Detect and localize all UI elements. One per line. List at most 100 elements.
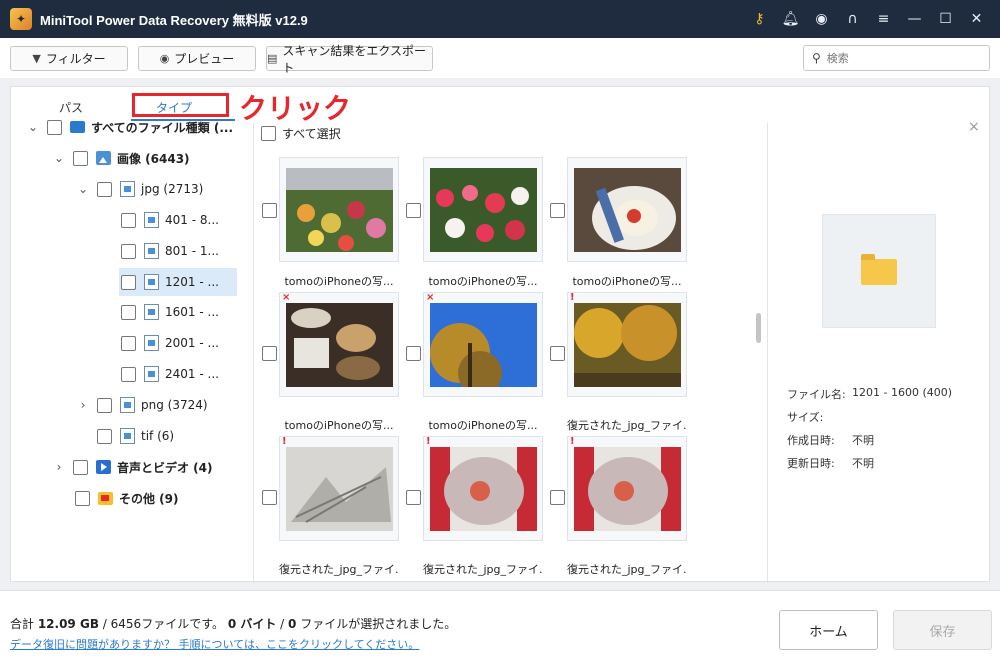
- thumbnail-card[interactable]: !: [567, 292, 687, 397]
- photo-dessert: [574, 168, 681, 252]
- tree-checkbox[interactable]: [73, 459, 88, 475]
- tree-item-all-types[interactable]: ⌄ すべてのファイル種類 (...: [25, 115, 233, 139]
- save-button[interactable]: 保存: [893, 610, 992, 650]
- export-button[interactable]: ▤ スキャン結果をエクスポート: [266, 44, 433, 75]
- info-created: 作成日時: 不明: [787, 432, 874, 448]
- thumbnail-checkbox[interactable]: [550, 490, 565, 505]
- photo-sky-tree: [430, 303, 537, 387]
- selected-size: 0 バイト: [227, 617, 277, 631]
- minimize-icon[interactable]: —: [899, 11, 930, 27]
- toolbar: ▼ フィルター ◉ プレビュー ▤ スキャン結果をエクスポート ⚲: [0, 38, 1000, 78]
- headset-icon[interactable]: ∩: [837, 11, 868, 27]
- info-key: 更新日時:: [787, 457, 835, 470]
- tree-checkbox[interactable]: [47, 119, 62, 135]
- chevron-down-icon[interactable]: ⌄: [75, 182, 91, 196]
- chevron-down-icon[interactable]: ⌄: [51, 151, 67, 165]
- thumbnail-checkbox[interactable]: [406, 203, 421, 218]
- disc-icon[interactable]: ◉: [806, 11, 837, 27]
- thumbnail-card[interactable]: !: [567, 436, 687, 541]
- thumbnail-checkbox[interactable]: [406, 346, 421, 361]
- tree-item-jpg-child[interactable]: 2401 - ...: [121, 362, 233, 386]
- tree-item-label: tif (6): [141, 429, 175, 443]
- tree-item-jpg-child[interactable]: 401 - 8...: [121, 208, 233, 232]
- tree-item-png[interactable]: › png (3724): [75, 393, 208, 417]
- thumbnail-checkbox[interactable]: [262, 203, 277, 218]
- title-bar: ✦ MiniTool Power Data Recovery 無料版 v12.9…: [0, 0, 1000, 38]
- thumbnail-checkbox[interactable]: [262, 346, 277, 361]
- tree-item-jpg[interactable]: ⌄ jpg (2713): [75, 177, 203, 201]
- info-filename: ファイル名: 1201 - 1600 (400): [787, 386, 952, 402]
- tree-item-jpg-child-selected[interactable]: 1201 - ...: [119, 268, 237, 296]
- thumbnail-checkbox[interactable]: [550, 203, 565, 218]
- filter-button[interactable]: ▼ フィルター: [10, 46, 128, 71]
- chevron-right-icon[interactable]: ›: [75, 398, 91, 412]
- tree-checkbox[interactable]: [121, 304, 136, 320]
- annotation-highlight-box: [132, 93, 229, 117]
- select-all-checkbox[interactable]: [261, 126, 276, 141]
- home-button[interactable]: ホーム: [779, 610, 878, 650]
- folder-icon: [861, 254, 897, 285]
- thumbnail-card[interactable]: ×: [279, 292, 399, 397]
- tree-checkbox[interactable]: [121, 335, 136, 351]
- tree-checkbox[interactable]: [121, 274, 136, 290]
- tree-item-images[interactable]: ⌄ 画像 (6443): [51, 146, 190, 170]
- tree-item-jpg-child[interactable]: 801 - 1...: [121, 239, 233, 263]
- search-icon: ⚲: [812, 51, 821, 65]
- tree-checkbox[interactable]: [97, 397, 112, 413]
- thumbnail-checkbox[interactable]: [262, 490, 277, 505]
- photo-autumn-trees: [574, 303, 681, 387]
- help-link[interactable]: データ復旧に問題がありますか？ 手順については、ここをクリックしてください。: [10, 636, 419, 652]
- preview-thumbnail: [822, 214, 936, 328]
- image-file-icon: [120, 181, 135, 197]
- summary-text: 合計: [10, 617, 38, 631]
- tree-checkbox[interactable]: [73, 150, 88, 166]
- tree-item-jpg-child[interactable]: 2001 - ...: [121, 331, 233, 355]
- key-icon[interactable]: ⚷: [744, 11, 775, 27]
- status-mark: !: [570, 292, 575, 303]
- bell-icon[interactable]: 🔔︎: [775, 11, 806, 27]
- tree-checkbox[interactable]: [121, 366, 136, 382]
- thumbnail-checkbox[interactable]: [406, 490, 421, 505]
- thumbnail-label: tomoのiPhoneの写...: [284, 275, 394, 288]
- menu-icon[interactable]: ≡: [868, 11, 899, 27]
- results-panel: パス タイプ クリック ⌄ すべてのファイル種類 (... ⌄ 画像 (6443…: [10, 86, 990, 583]
- search-box[interactable]: ⚲: [803, 45, 990, 71]
- grid-scrollbar[interactable]: [756, 313, 761, 343]
- close-icon[interactable]: ✕: [961, 11, 992, 27]
- thumbnail-card[interactable]: [423, 157, 543, 262]
- image-file-icon: [120, 428, 135, 444]
- thumbnail-label: tomoのiPhoneの写...: [428, 275, 538, 288]
- info-value: 不明: [852, 457, 874, 470]
- thumbnail-card[interactable]: ×: [423, 292, 543, 397]
- eye-icon: ◉: [159, 52, 170, 65]
- chevron-right-icon[interactable]: ›: [51, 460, 67, 474]
- tree-item-label: 音声とビデオ (4): [117, 460, 213, 475]
- tree-item-other[interactable]: その他 (9): [75, 486, 179, 510]
- tree-checkbox[interactable]: [121, 212, 136, 228]
- tree-item-tif[interactable]: tif (6): [97, 424, 174, 448]
- tree-checkbox[interactable]: [97, 428, 112, 444]
- tree-item-label: png (3724): [141, 398, 208, 412]
- tree-checkbox[interactable]: [121, 243, 136, 259]
- tree-item-audio-video[interactable]: › 音声とビデオ (4): [51, 455, 213, 479]
- search-input[interactable]: [826, 51, 977, 65]
- select-all[interactable]: すべて選択: [261, 125, 341, 142]
- thumbnail-card[interactable]: !: [279, 436, 399, 541]
- thumbnail-card[interactable]: [567, 157, 687, 262]
- tab-path[interactable]: パス: [59, 99, 83, 116]
- info-modified: 更新日時: 不明: [787, 455, 874, 471]
- thumbnail-card[interactable]: [279, 157, 399, 262]
- preview-button[interactable]: ◉ プレビュー: [138, 46, 256, 71]
- video-icon: [96, 460, 111, 474]
- tree-item-label: 2401 - ...: [165, 367, 219, 381]
- tree-checkbox[interactable]: [75, 490, 90, 506]
- tree-checkbox[interactable]: [97, 181, 112, 197]
- chevron-down-icon[interactable]: ⌄: [25, 120, 41, 134]
- thumbnail-checkbox[interactable]: [550, 346, 565, 361]
- other-files-icon: [98, 491, 113, 505]
- tree-item-jpg-child[interactable]: 1601 - ...: [121, 300, 233, 324]
- thumbnail-card[interactable]: !: [423, 436, 543, 541]
- close-preview-icon[interactable]: ×: [968, 119, 980, 135]
- maximize-icon[interactable]: ☐: [930, 11, 961, 27]
- window-title: MiniTool Power Data Recovery 無料版 v12.9: [40, 12, 308, 28]
